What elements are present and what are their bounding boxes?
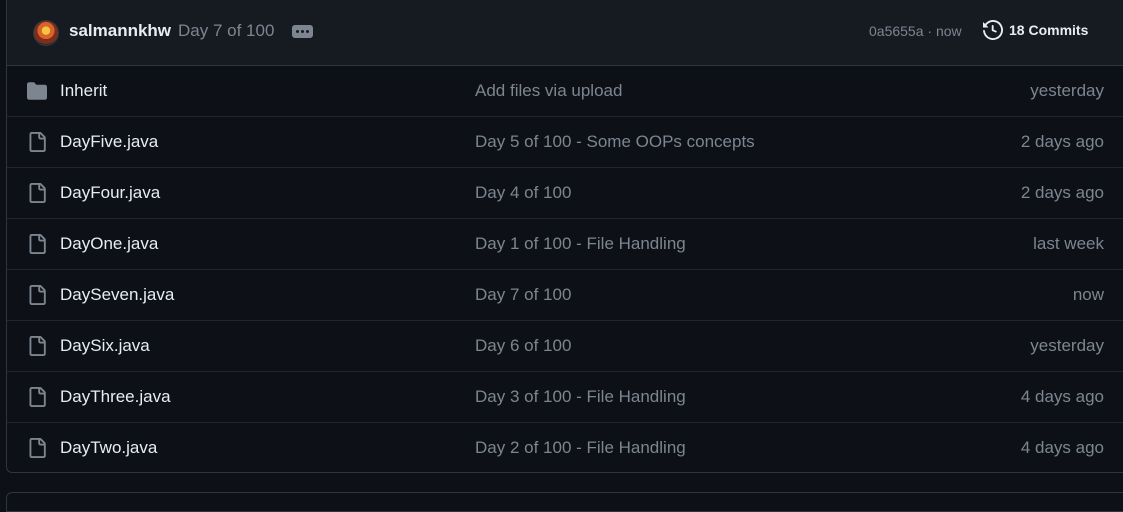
file-name-link[interactable]: DayFour.java	[60, 183, 160, 203]
file-name-link[interactable]: DayThree.java	[60, 387, 171, 407]
commit-author-link[interactable]: salmannkhw	[69, 21, 171, 41]
file-icon	[27, 285, 47, 305]
file-commit-age: yesterday	[1030, 81, 1104, 100]
file-icon	[27, 336, 47, 356]
avatar[interactable]	[33, 20, 59, 46]
file-name-link[interactable]: DayFive.java	[60, 132, 158, 152]
file-list: Inherit Add files via upload yesterday D…	[7, 66, 1123, 472]
file-name-link[interactable]: DayTwo.java	[60, 438, 157, 458]
file-icon	[27, 387, 47, 407]
file-commit-message-link[interactable]: Day 1 of 100 - File Handling	[475, 234, 686, 254]
file-commit-age: 2 days ago	[1020, 183, 1104, 202]
file-commit-age: now	[1072, 285, 1104, 304]
ellipsis-dot	[306, 30, 309, 33]
readme-box-edge	[6, 492, 1123, 512]
file-commit-age: yesterday	[1030, 336, 1104, 355]
file-name-link[interactable]: DaySeven.java	[60, 285, 174, 305]
file-icon	[27, 438, 47, 458]
latest-commit-message[interactable]: Day 7 of 100	[178, 21, 274, 41]
folder-icon	[27, 81, 47, 101]
commits-count-label: 18 Commits	[1009, 22, 1089, 38]
file-row-inherit[interactable]: Inherit Add files via upload yesterday	[7, 66, 1123, 117]
file-icon	[27, 183, 47, 203]
file-commit-message-link[interactable]: Day 3 of 100 - File Handling	[475, 387, 686, 407]
file-name-link[interactable]: DayOne.java	[60, 234, 158, 254]
file-commit-message-link[interactable]: Day 6 of 100	[475, 336, 571, 356]
file-row-dayfour-java[interactable]: DayFour.java Day 4 of 100 2 days ago	[7, 168, 1123, 219]
latest-commit-bar: salmannkhw Day 7 of 100 0a5655a · now 18…	[7, 0, 1123, 66]
file-commit-message-link[interactable]: Day 7 of 100	[475, 285, 571, 305]
file-commit-message-link[interactable]: Day 5 of 100 - Some OOPs concepts	[475, 132, 755, 152]
file-name-link[interactable]: Inherit	[60, 81, 107, 101]
file-icon	[27, 234, 47, 254]
file-commit-age: 4 days ago	[1020, 387, 1104, 406]
file-commit-message-link[interactable]: Day 4 of 100	[475, 183, 571, 203]
ellipsis-dot	[296, 30, 299, 33]
file-row-dayone-java[interactable]: DayOne.java Day 1 of 100 - File Handling…	[7, 219, 1123, 270]
file-commit-age: 2 days ago	[1020, 132, 1104, 151]
commits-history-link[interactable]: 18 Commits	[983, 20, 1088, 40]
history-icon	[983, 20, 1003, 40]
file-row-daysix-java[interactable]: DaySix.java Day 6 of 100 yesterday	[7, 321, 1123, 372]
repo-file-browser: salmannkhw Day 7 of 100 0a5655a · now 18…	[6, 0, 1123, 473]
file-row-daythree-java[interactable]: DayThree.java Day 3 of 100 - File Handli…	[7, 372, 1123, 423]
file-row-daytwo-java[interactable]: DayTwo.java Day 2 of 100 - File Handling…	[7, 423, 1123, 472]
file-commit-message-link[interactable]: Day 2 of 100 - File Handling	[475, 438, 686, 458]
file-commit-age: 4 days ago	[1020, 438, 1104, 457]
ellipsis-dot	[301, 30, 304, 33]
file-row-dayfive-java[interactable]: DayFive.java Day 5 of 100 - Some OOPs co…	[7, 117, 1123, 168]
commit-sha-and-time[interactable]: 0a5655a · now	[869, 23, 962, 39]
file-commit-age: last week	[1033, 234, 1104, 253]
file-row-dayseven-java[interactable]: DaySeven.java Day 7 of 100 now	[7, 270, 1123, 321]
file-icon	[27, 132, 47, 152]
file-commit-message-link[interactable]: Add files via upload	[475, 81, 622, 101]
expand-commit-button[interactable]	[292, 25, 313, 38]
file-name-link[interactable]: DaySix.java	[60, 336, 150, 356]
